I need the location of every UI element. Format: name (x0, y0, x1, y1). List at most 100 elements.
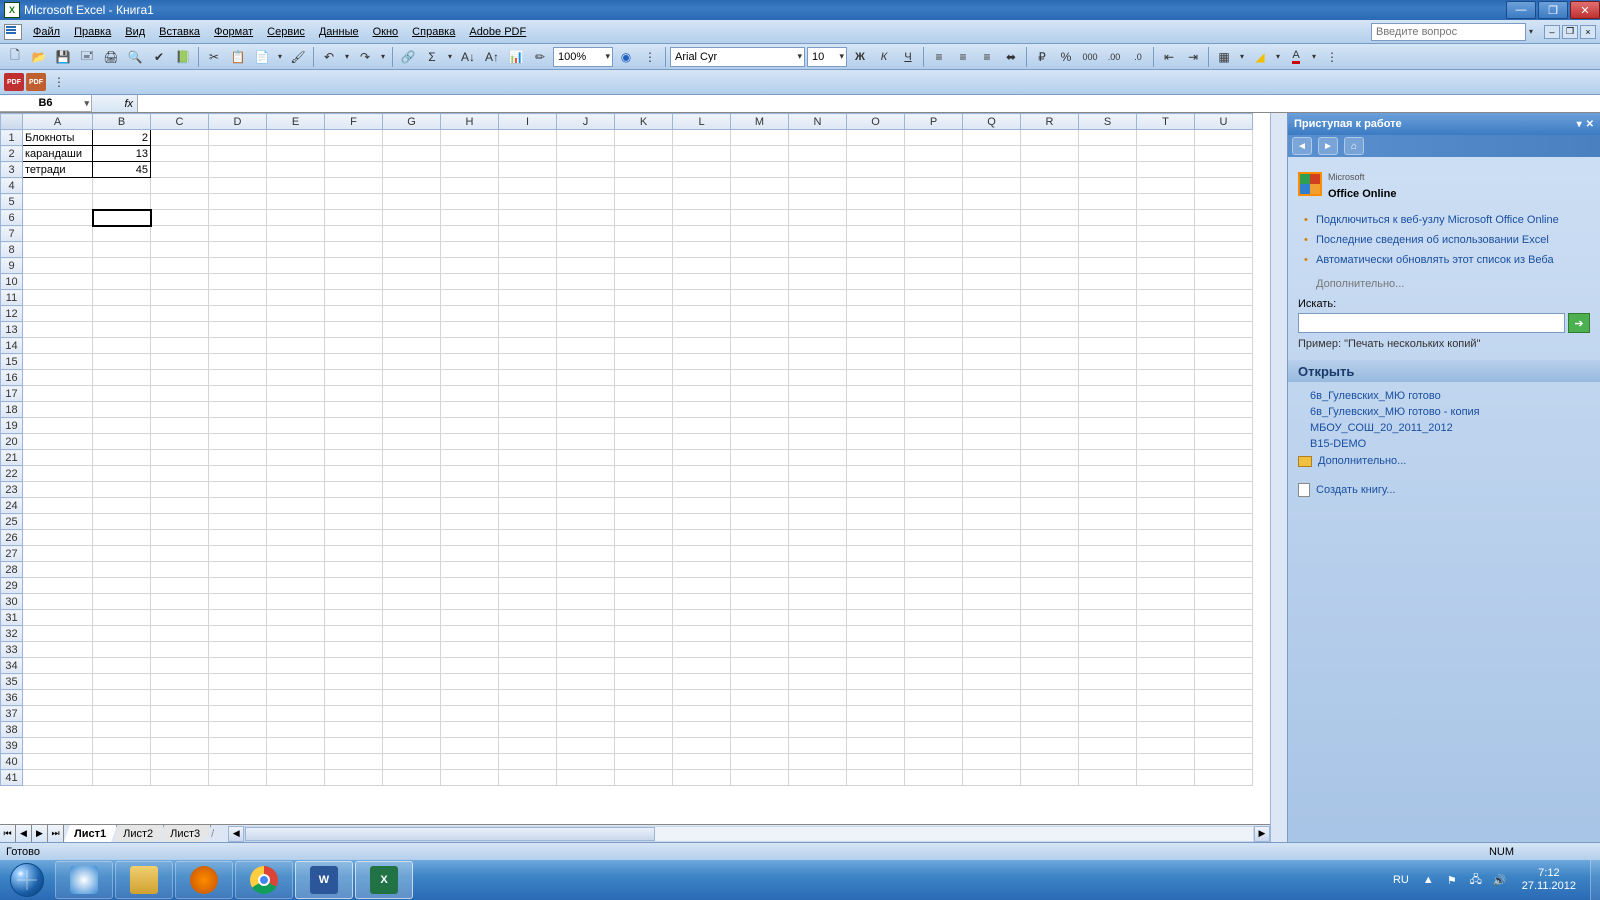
cell-N21[interactable] (789, 450, 847, 466)
cell-J39[interactable] (557, 738, 615, 754)
cell-S27[interactable] (1079, 546, 1137, 562)
column-header-S[interactable]: S (1079, 114, 1137, 130)
cell-G7[interactable] (383, 226, 441, 242)
cell-O31[interactable] (847, 610, 905, 626)
cell-G33[interactable] (383, 642, 441, 658)
cell-M20[interactable] (731, 434, 789, 450)
cell-A2[interactable]: карандаши (23, 146, 93, 162)
cell-L29[interactable] (673, 578, 731, 594)
cell-H18[interactable] (441, 402, 499, 418)
cell-B1[interactable]: 2 (93, 130, 151, 146)
cell-S20[interactable] (1079, 434, 1137, 450)
cell-U40[interactable] (1195, 754, 1253, 770)
cell-L9[interactable] (673, 258, 731, 274)
cell-Q5[interactable] (963, 194, 1021, 210)
cell-B14[interactable] (93, 338, 151, 354)
cell-O15[interactable] (847, 354, 905, 370)
cell-I33[interactable] (499, 642, 557, 658)
cell-U19[interactable] (1195, 418, 1253, 434)
cell-I8[interactable] (499, 242, 557, 258)
cell-O35[interactable] (847, 674, 905, 690)
cell-E36[interactable] (267, 690, 325, 706)
cell-A5[interactable] (23, 194, 93, 210)
cell-R7[interactable] (1021, 226, 1079, 242)
cell-F25[interactable] (325, 514, 383, 530)
cell-B16[interactable] (93, 370, 151, 386)
cell-T16[interactable] (1137, 370, 1195, 386)
cell-S35[interactable] (1079, 674, 1137, 690)
cell-H31[interactable] (441, 610, 499, 626)
menu-edit[interactable]: Правка (67, 23, 118, 41)
cell-S9[interactable] (1079, 258, 1137, 274)
cell-G17[interactable] (383, 386, 441, 402)
cell-C24[interactable] (151, 498, 209, 514)
cell-F16[interactable] (325, 370, 383, 386)
cell-C28[interactable] (151, 562, 209, 578)
cell-J24[interactable] (557, 498, 615, 514)
cell-A16[interactable] (23, 370, 93, 386)
cell-S17[interactable] (1079, 386, 1137, 402)
cell-Q39[interactable] (963, 738, 1021, 754)
cell-C9[interactable] (151, 258, 209, 274)
column-header-M[interactable]: M (731, 114, 789, 130)
new-file-icon[interactable]: 🗋 (4, 46, 26, 68)
cell-P35[interactable] (905, 674, 963, 690)
cell-F6[interactable] (325, 210, 383, 226)
cell-J31[interactable] (557, 610, 615, 626)
cell-Q3[interactable] (963, 162, 1021, 178)
cell-S12[interactable] (1079, 306, 1137, 322)
cell-Q6[interactable] (963, 210, 1021, 226)
cell-E11[interactable] (267, 290, 325, 306)
cell-T6[interactable] (1137, 210, 1195, 226)
cell-G16[interactable] (383, 370, 441, 386)
cell-G37[interactable] (383, 706, 441, 722)
row-header-25[interactable]: 25 (1, 514, 23, 530)
row-header-33[interactable]: 33 (1, 642, 23, 658)
cell-C32[interactable] (151, 626, 209, 642)
cell-K19[interactable] (615, 418, 673, 434)
hscroll-right-button[interactable]: ▶ (1254, 826, 1270, 842)
cell-D28[interactable] (209, 562, 267, 578)
cell-S2[interactable] (1079, 146, 1137, 162)
cell-M41[interactable] (731, 770, 789, 786)
cell-P13[interactable] (905, 322, 963, 338)
cell-Q13[interactable] (963, 322, 1021, 338)
cell-J34[interactable] (557, 658, 615, 674)
cell-Q15[interactable] (963, 354, 1021, 370)
cell-A8[interactable] (23, 242, 93, 258)
cell-H16[interactable] (441, 370, 499, 386)
cell-N36[interactable] (789, 690, 847, 706)
cell-T5[interactable] (1137, 194, 1195, 210)
cell-E13[interactable] (267, 322, 325, 338)
cell-A11[interactable] (23, 290, 93, 306)
row-header-39[interactable]: 39 (1, 738, 23, 754)
cell-L26[interactable] (673, 530, 731, 546)
cell-F3[interactable] (325, 162, 383, 178)
row-header-24[interactable]: 24 (1, 498, 23, 514)
cell-P32[interactable] (905, 626, 963, 642)
cell-H24[interactable] (441, 498, 499, 514)
cell-M7[interactable] (731, 226, 789, 242)
cell-T40[interactable] (1137, 754, 1195, 770)
cell-J27[interactable] (557, 546, 615, 562)
cell-U26[interactable] (1195, 530, 1253, 546)
cell-Q36[interactable] (963, 690, 1021, 706)
fx-icon[interactable]: fx (92, 95, 138, 112)
cell-D14[interactable] (209, 338, 267, 354)
cell-Q22[interactable] (963, 466, 1021, 482)
cell-K7[interactable] (615, 226, 673, 242)
cell-D26[interactable] (209, 530, 267, 546)
cell-T13[interactable] (1137, 322, 1195, 338)
cell-P5[interactable] (905, 194, 963, 210)
cell-E4[interactable] (267, 178, 325, 194)
borders-dropdown[interactable]: ▾ (1237, 52, 1247, 61)
spreadsheet-grid[interactable]: ABCDEFGHIJKLMNOPQRSTU1Блокноты22карандаш… (0, 113, 1270, 824)
cell-A24[interactable] (23, 498, 93, 514)
cell-H21[interactable] (441, 450, 499, 466)
cell-C13[interactable] (151, 322, 209, 338)
cell-K21[interactable] (615, 450, 673, 466)
row-header-27[interactable]: 27 (1, 546, 23, 562)
cell-N11[interactable] (789, 290, 847, 306)
cell-K15[interactable] (615, 354, 673, 370)
cell-H23[interactable] (441, 482, 499, 498)
